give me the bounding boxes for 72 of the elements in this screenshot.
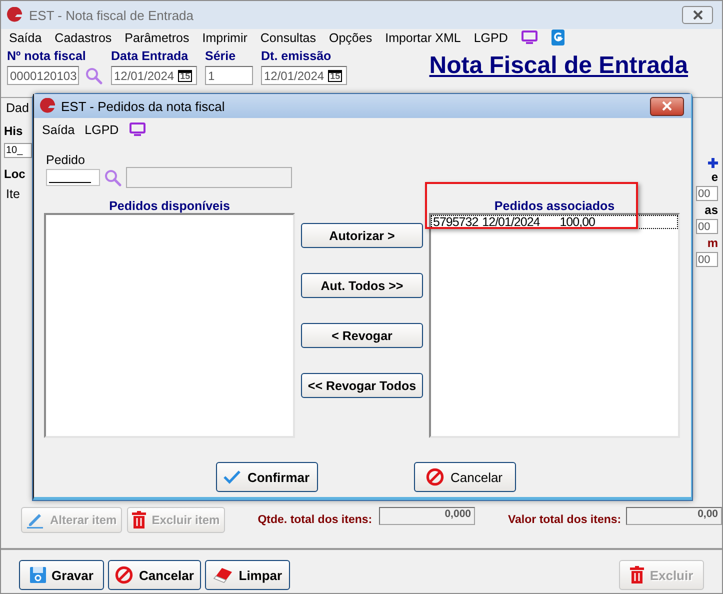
pencil-icon <box>26 511 44 529</box>
plus-icon[interactable] <box>708 158 718 168</box>
menu-item[interactable]: Importar XML <box>385 30 461 44</box>
transfer-button[interactable]: Autorizar > <box>301 223 423 248</box>
footer-button[interactable]: Cancelar <box>108 560 201 590</box>
search-icon[interactable] <box>104 168 122 186</box>
monitor-icon[interactable] <box>128 122 146 137</box>
input-field[interactable]: 12/01/2024 15 <box>261 66 347 85</box>
trash-icon <box>132 511 146 529</box>
calendar-button[interactable]: 15 <box>178 70 192 82</box>
transfer-button[interactable]: < Revogar <box>301 323 423 348</box>
close-button[interactable] <box>682 6 713 24</box>
dialog-action-button[interactable]: Confirmar <box>216 462 318 492</box>
search-icon[interactable] <box>85 66 103 84</box>
order-input-field[interactable] <box>46 169 100 186</box>
order-list[interactable]: 5795732 12/01/2024 100,00 <box>429 213 680 438</box>
input-field[interactable]: 0000120103 <box>7 66 79 85</box>
list-title: Pedidos associados <box>493 198 616 213</box>
dialog-action-button[interactable]: Cancelar <box>414 462 516 492</box>
total-label: Valor total dos itens: <box>508 514 622 526</box>
menu-item[interactable]: LGPD <box>474 30 508 44</box>
field-label: Nº nota fiscal <box>7 49 87 64</box>
close-icon <box>662 101 672 111</box>
trash-icon <box>630 566 644 584</box>
menu-item[interactable]: Parâmetros <box>124 30 190 44</box>
calendar-button[interactable]: 15 <box>328 70 342 82</box>
field-label: as <box>704 203 718 217</box>
monitor-icon[interactable] <box>520 30 538 45</box>
input-field[interactable]: 00 <box>696 219 718 234</box>
input-field[interactable]: 00 <box>696 252 718 267</box>
total-label: Qtde. total dos itens: <box>258 514 372 526</box>
close-icon <box>692 10 702 20</box>
menu-item[interactable]: Saída <box>9 30 42 44</box>
menu-item[interactable]: Imprimir <box>202 30 248 44</box>
tab[interactable]: Dad <box>4 100 32 115</box>
page-heading: Nota Fiscal de Entrada <box>429 52 688 80</box>
total-value-field: 0,00 <box>626 507 722 525</box>
menu-item[interactable]: Consultas <box>260 30 316 44</box>
menu-item[interactable]: Saída <box>42 122 75 136</box>
field-label: Data Entrada <box>111 49 190 64</box>
field-label: Loc <box>4 167 26 181</box>
footer-button[interactable]: Limpar <box>204 560 290 590</box>
input-field[interactable]: 12/01/2024 15 <box>111 66 197 85</box>
input-field[interactable]: 10_ <box>4 143 32 158</box>
field-label: e <box>711 170 718 184</box>
field-label: His <box>4 124 24 138</box>
transfer-button[interactable]: Aut. Todos >> <box>301 273 423 298</box>
prohibited-icon <box>426 468 444 486</box>
list-title: Pedidos disponíveis <box>108 198 231 213</box>
field-label: Pedido <box>46 153 86 167</box>
logo-icon <box>6 6 23 24</box>
tab[interactable]: Ite <box>4 186 32 201</box>
transfer-button[interactable]: << Revogar Todos <box>301 373 423 398</box>
window-title: EST - Nota fiscal de Entrada <box>29 8 195 22</box>
input-field[interactable]: 00 <box>696 186 718 201</box>
field-label: Dt. emissão <box>261 49 332 64</box>
menu-item[interactable]: Opções <box>329 30 372 44</box>
book-icon[interactable] <box>550 29 565 46</box>
dialog-title: EST - Pedidos da nota fiscal <box>61 98 226 114</box>
eraser-icon <box>212 567 233 583</box>
field-label: m <box>707 236 718 250</box>
order-row[interactable]: 5795732 12/01/2024 100,00 <box>431 215 678 229</box>
input-field[interactable]: 1 <box>205 66 253 85</box>
footer-button[interactable]: Gravar <box>19 560 104 590</box>
menu-item[interactable]: LGPD <box>84 122 119 136</box>
menu-item[interactable]: Cadastros <box>54 30 112 44</box>
total-value-field: 0,000 <box>379 507 475 525</box>
prohibited-icon <box>115 566 133 584</box>
field-label: Série <box>205 49 237 64</box>
logo-icon <box>39 98 56 114</box>
checkmark-icon <box>223 470 242 484</box>
close-button[interactable] <box>650 96 684 116</box>
